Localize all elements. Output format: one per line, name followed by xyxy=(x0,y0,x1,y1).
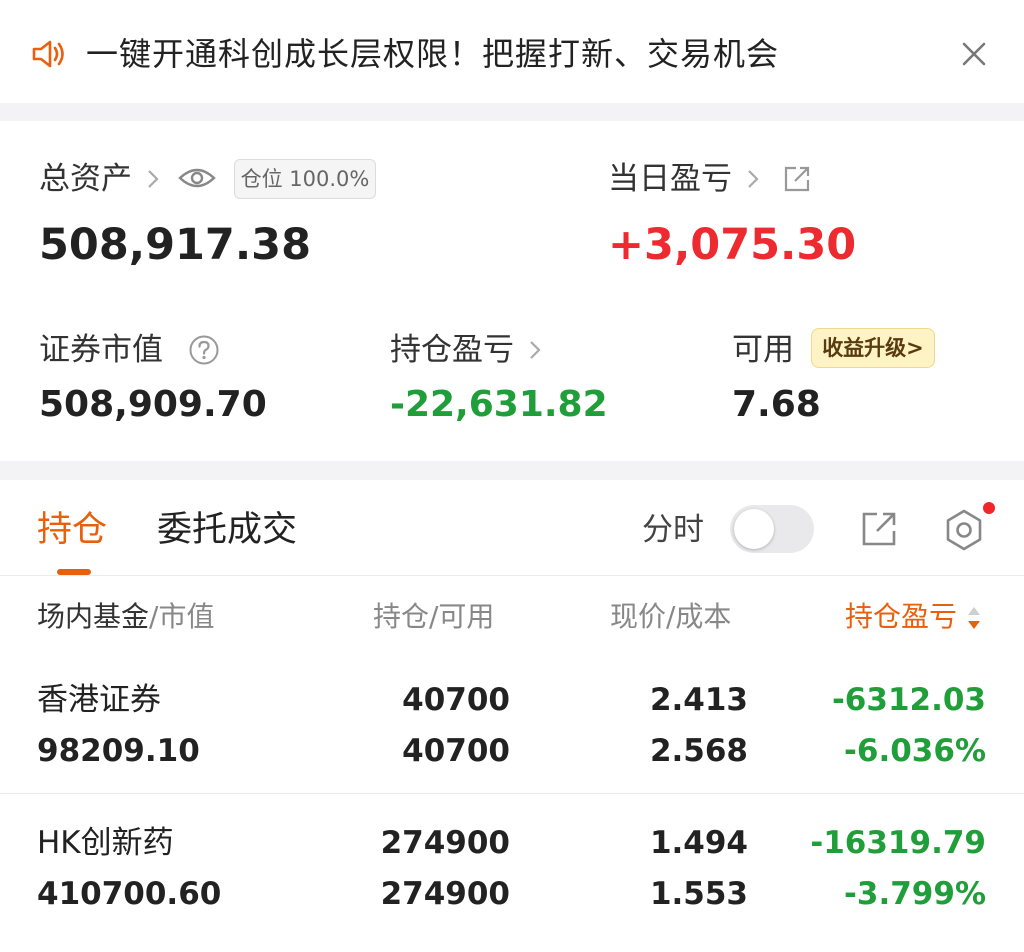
holding-pnl: -6312.03 xyxy=(831,682,986,718)
fund-market-value: 98209.10 xyxy=(37,733,200,769)
external-link-icon[interactable] xyxy=(782,164,812,194)
chevron-right-icon[interactable] xyxy=(746,167,760,191)
asset-summary: 总资产 仓位 100.0% 508,917.38 当日盈亏 +3,075.30 … xyxy=(0,121,1024,461)
total-assets-label[interactable]: 总资产 xyxy=(39,159,132,199)
tab-orders[interactable]: 委托成交 xyxy=(157,506,297,554)
holding-pnl-value: -22,631.82 xyxy=(390,384,608,425)
tab-holdings[interactable]: 持仓 xyxy=(37,506,107,554)
market-value: 508,909.70 xyxy=(39,384,267,425)
table-row[interactable]: 香港证券 98209.10 40700 40700 2.413 2.568 -6… xyxy=(0,650,1024,793)
toggle-knob xyxy=(734,509,774,549)
table-row[interactable]: HK创新药 410700.60 274900 274900 1.494 1.55… xyxy=(0,794,1024,937)
daily-pnl-value: +3,075.30 xyxy=(608,220,857,270)
close-icon[interactable] xyxy=(958,38,990,70)
chevron-right-icon[interactable] xyxy=(528,338,542,362)
fund-name: 香港证券 xyxy=(37,682,161,718)
help-icon[interactable] xyxy=(188,334,220,366)
position-ratio-badge: 仓位 100.0% xyxy=(234,159,376,199)
current-price: 2.413 xyxy=(649,682,748,718)
available-qty: 274900 xyxy=(380,876,510,912)
holding-pnl-pct: -6.036% xyxy=(844,733,986,769)
available-label: 可用 xyxy=(732,332,794,368)
available-value: 7.68 xyxy=(732,384,821,425)
position-qty: 274900 xyxy=(380,825,510,861)
cost-price: 2.568 xyxy=(649,733,748,769)
sort-icon[interactable] xyxy=(965,604,983,632)
current-price: 1.494 xyxy=(649,825,748,861)
banner-text[interactable]: 一键开通科创成长层权限！把握打新、交易机会 xyxy=(86,30,779,78)
column-header-fund-main: 场内基金 xyxy=(37,600,150,633)
chevron-right-icon[interactable] xyxy=(146,167,160,191)
holding-pnl: -16319.79 xyxy=(810,825,986,861)
column-header-pnl[interactable]: 持仓盈亏 xyxy=(845,597,957,637)
market-value-label: 证券市值 xyxy=(39,332,163,368)
divider xyxy=(0,575,1024,576)
share-icon[interactable] xyxy=(860,510,898,548)
column-header-position[interactable]: 持仓/可用 xyxy=(373,597,494,637)
cost-price: 1.553 xyxy=(649,876,748,912)
daily-pnl-label[interactable]: 当日盈亏 xyxy=(608,159,732,199)
fund-market-value: 410700.60 xyxy=(37,876,222,912)
fenshi-label: 分时 xyxy=(642,512,704,548)
fenshi-toggle[interactable] xyxy=(730,505,814,553)
position-qty: 40700 xyxy=(402,682,510,718)
fund-name: HK创新药 xyxy=(37,825,174,861)
holding-pnl-pct: -3.799% xyxy=(844,876,986,912)
total-assets-value: 508,917.38 xyxy=(39,220,312,270)
holding-pnl-label[interactable]: 持仓盈亏 xyxy=(390,330,514,370)
column-header-price[interactable]: 现价/成本 xyxy=(610,597,731,637)
available-qty: 40700 xyxy=(402,733,510,769)
promo-banner[interactable]: 一键开通科创成长层权限！把握打新、交易机会 xyxy=(0,0,1024,103)
speaker-icon xyxy=(32,40,64,68)
upgrade-button[interactable]: 收益升级> xyxy=(811,328,935,368)
column-header-fund[interactable]: 场内基金/市值 xyxy=(37,597,214,637)
eye-icon[interactable] xyxy=(178,164,216,192)
gear-icon[interactable] xyxy=(942,508,986,552)
holdings-panel: 持仓 委托成交 分时 场内基金/市值 持仓/可用 现价/成本 持仓盈亏 香港证券… xyxy=(0,480,1024,952)
column-header-fund-sub: /市值 xyxy=(149,600,215,633)
notification-dot xyxy=(983,502,995,514)
